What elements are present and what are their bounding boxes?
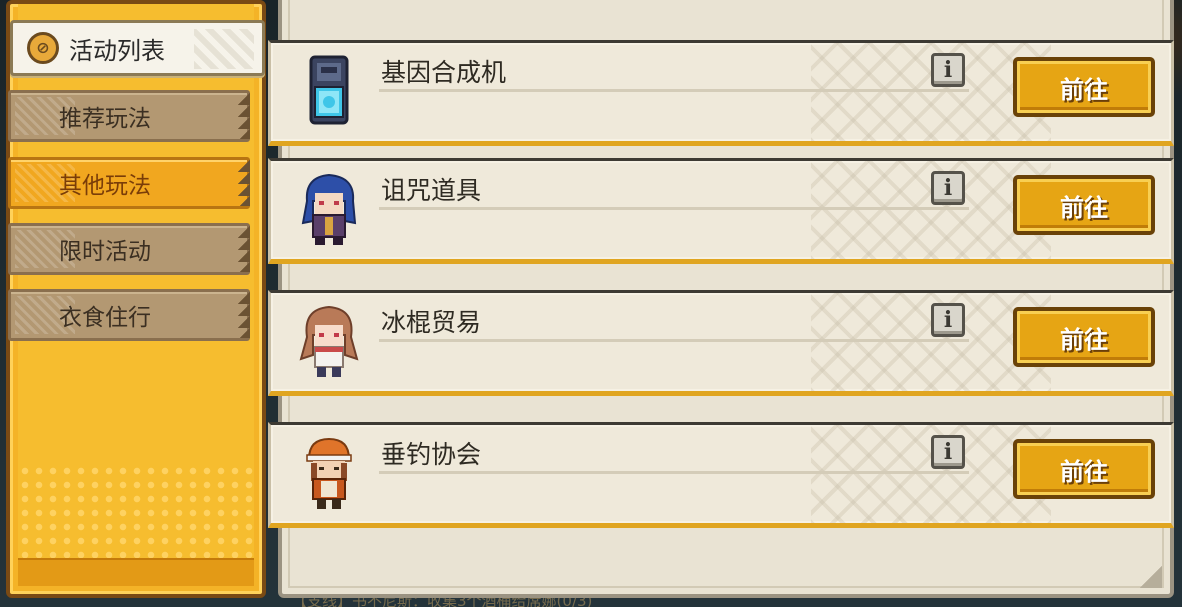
info-button[interactable]: i bbox=[931, 53, 965, 87]
info-icon: i bbox=[943, 175, 953, 201]
title-underline bbox=[379, 207, 969, 210]
sidebar-item-daily-life[interactable]: 衣食住行 bbox=[8, 289, 250, 341]
info-button[interactable]: i bbox=[931, 435, 965, 469]
info-icon: i bbox=[943, 307, 953, 333]
activity-title: 冰棍贸易 bbox=[381, 308, 482, 337]
info-icon: i bbox=[943, 439, 953, 465]
title-underline bbox=[379, 471, 969, 474]
sidebar-item-label: 限时活动 bbox=[59, 239, 151, 265]
sidebar-item-limited-time[interactable]: 限时活动 bbox=[8, 223, 250, 275]
activity-card-gene-machine: 基因合成机 i 前往 bbox=[268, 40, 1174, 146]
activity-title: 诅咒道具 bbox=[381, 176, 482, 205]
activity-title: 垂钓协会 bbox=[381, 440, 482, 469]
title-underline bbox=[379, 339, 969, 342]
sidebar-bottom-strip bbox=[18, 558, 254, 586]
info-button[interactable]: i bbox=[931, 303, 965, 337]
sidebar-item-label: 推荐玩法 bbox=[59, 106, 151, 132]
title-underline bbox=[379, 89, 969, 92]
blue-hair-character-icon bbox=[301, 173, 357, 245]
go-button[interactable]: 前往 bbox=[1013, 439, 1155, 499]
info-button[interactable]: i bbox=[931, 171, 965, 205]
go-button[interactable]: 前往 bbox=[1013, 307, 1155, 367]
brown-hair-girl-icon bbox=[299, 305, 359, 377]
activity-card-curse-items: 诅咒道具 i 前往 bbox=[268, 158, 1174, 264]
sidebar-header: ⊘ 活动列表 bbox=[10, 20, 265, 76]
sidebar-title: 活动列表 bbox=[69, 36, 165, 65]
sidebar-item-label: 其他玩法 bbox=[59, 173, 151, 199]
activity-title: 基因合成机 bbox=[381, 58, 507, 87]
fisherman-cap-icon bbox=[306, 437, 352, 509]
sidebar-dot-pattern bbox=[18, 464, 254, 564]
activity-card-popsicle-trade: 冰棍贸易 i 前往 bbox=[268, 290, 1174, 396]
go-button[interactable]: 前往 bbox=[1013, 175, 1155, 235]
sidebar-item-other[interactable]: 其他玩法 bbox=[8, 157, 250, 209]
coin-icon: ⊘ bbox=[27, 32, 59, 64]
gene-machine-icon bbox=[309, 55, 349, 125]
sidebar-item-label: 衣食住行 bbox=[59, 305, 151, 331]
info-icon: i bbox=[943, 57, 953, 83]
resize-corner-icon bbox=[1140, 566, 1162, 588]
go-button[interactable]: 前往 bbox=[1013, 57, 1155, 117]
sidebar-item-recommended[interactable]: 推荐玩法 bbox=[8, 90, 250, 142]
activity-card-fishing-association: 垂钓协会 i 前往 bbox=[268, 422, 1174, 528]
